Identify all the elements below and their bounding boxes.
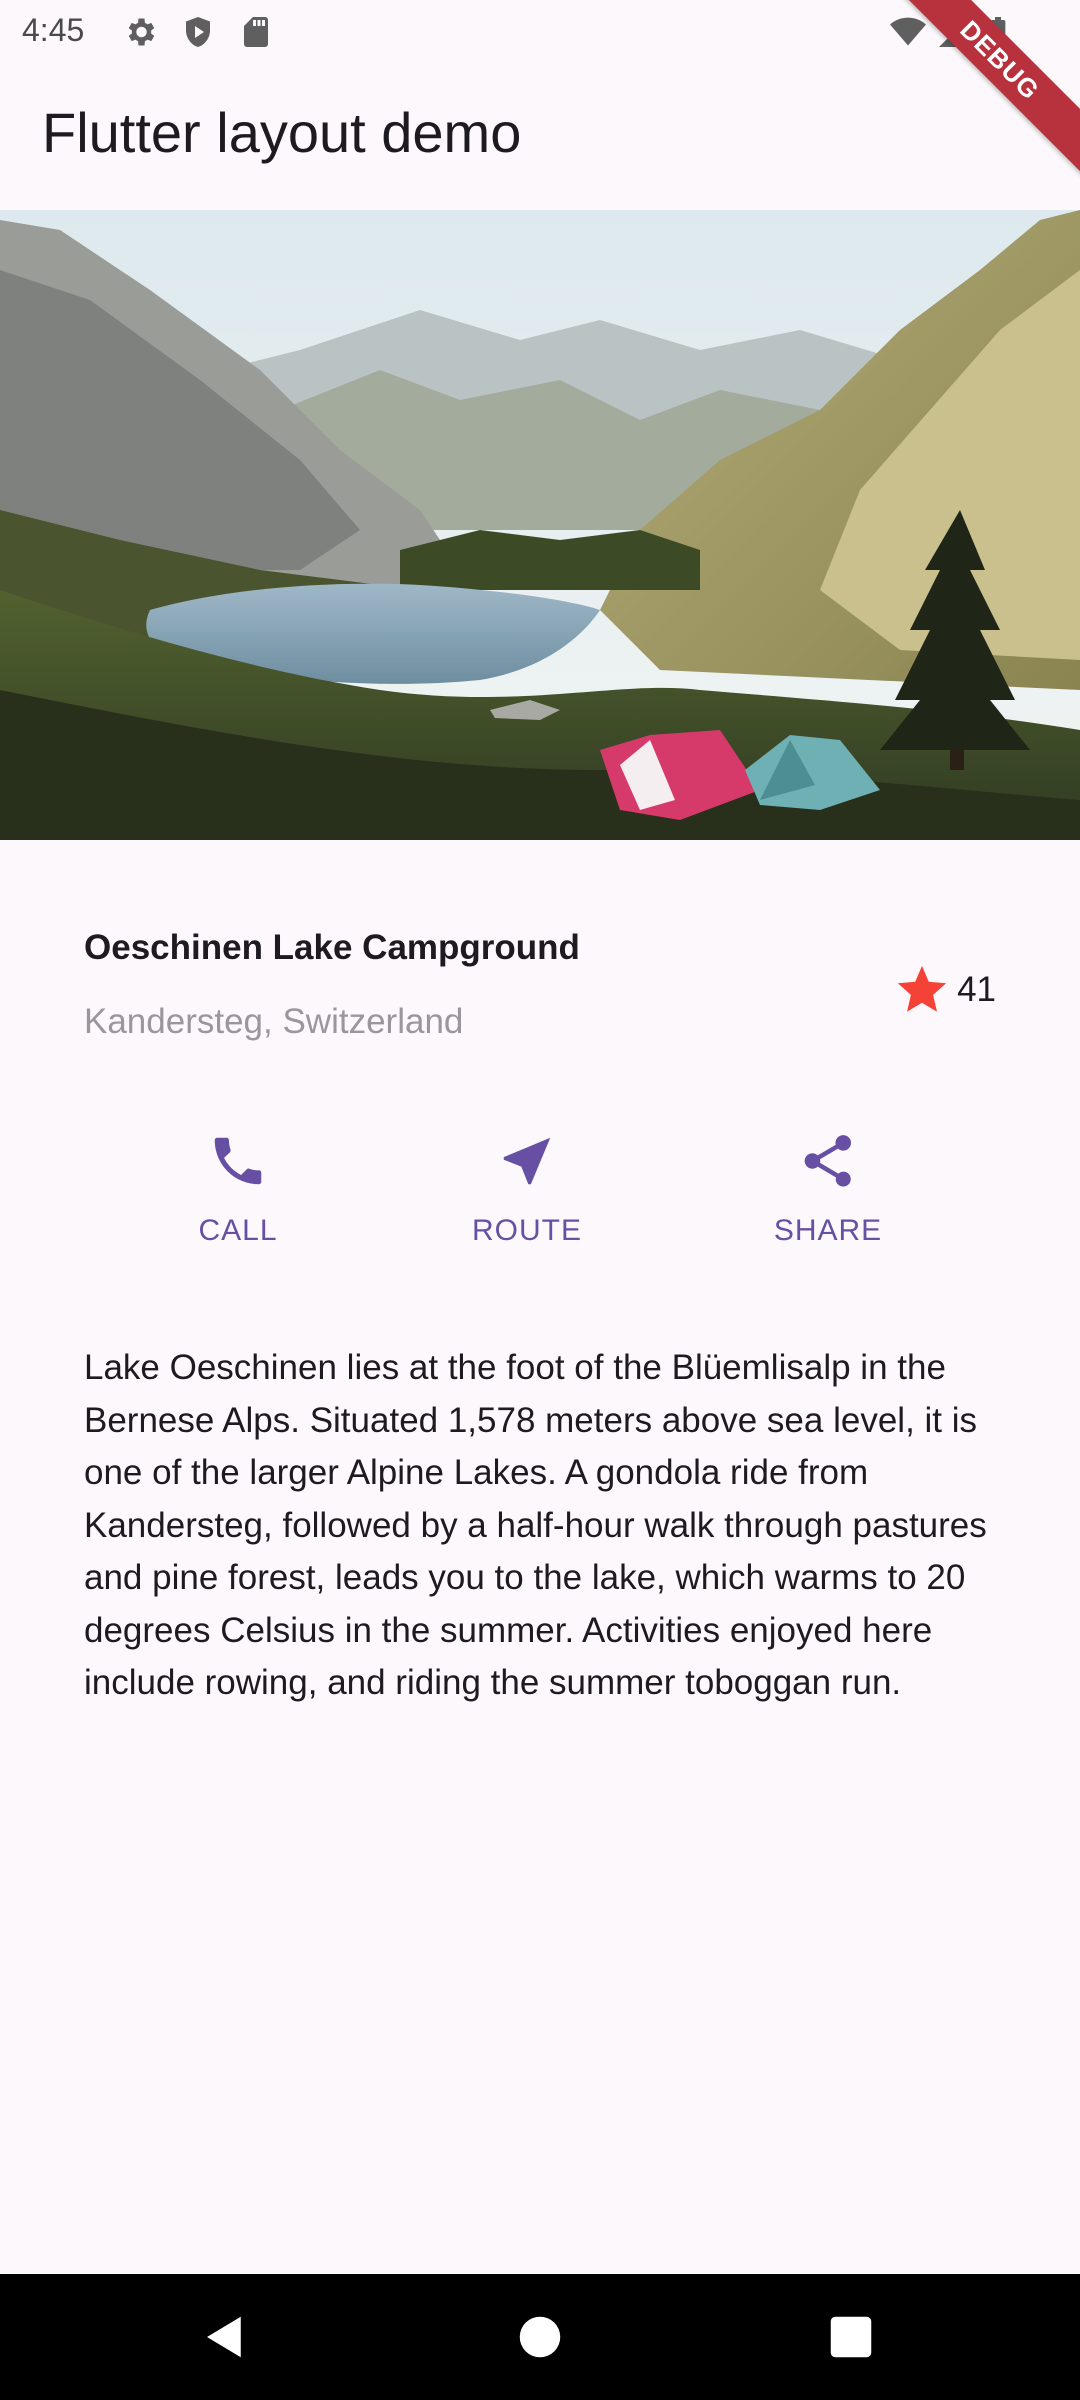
home-icon[interactable]: [513, 2310, 567, 2364]
share-label: SHARE: [773, 1214, 883, 1247]
route-label: ROUTE: [472, 1214, 582, 1247]
system-nav-bar: [0, 2274, 1080, 2400]
settings-icon: [122, 14, 158, 50]
call-button[interactable]: CALL: [138, 1130, 338, 1270]
app-title: Flutter layout demo: [42, 101, 522, 164]
star-icon[interactable]: [893, 961, 951, 1019]
back-icon[interactable]: [198, 2310, 252, 2364]
share-button[interactable]: SHARE: [728, 1130, 928, 1270]
description-text: Lake Oeschinen lies at the foot of the B…: [84, 1348, 987, 1702]
status-time: 4:45: [22, 12, 85, 48]
shield-play-icon: [180, 14, 216, 50]
share-icon: [797, 1130, 859, 1192]
navigation-arrow-icon: [496, 1130, 558, 1192]
call-label: CALL: [198, 1214, 278, 1247]
app-screen: 4:45 DEBUG Flutter layout demo Oeschinen…: [0, 0, 1080, 2400]
recents-icon[interactable]: [824, 2310, 878, 2364]
phone-icon: [207, 1130, 269, 1192]
route-button[interactable]: ROUTE: [427, 1130, 627, 1270]
sd-card-icon: [238, 14, 274, 50]
title-section: Oeschinen Lake Campground Kandersteg, Sw…: [84, 920, 996, 1060]
place-name: Oeschinen Lake Campground: [84, 928, 580, 967]
place-location: Kandersteg, Switzerland: [84, 1002, 464, 1041]
wifi-icon: [890, 14, 926, 50]
button-section: CALL ROUTE SHARE: [0, 1130, 1080, 1270]
rating-count: 41: [957, 970, 996, 1009]
app-bar: Flutter layout demo: [0, 66, 1080, 210]
favorite-rating[interactable]: 41: [893, 960, 996, 1020]
lake-campground-photo: [0, 210, 1080, 840]
